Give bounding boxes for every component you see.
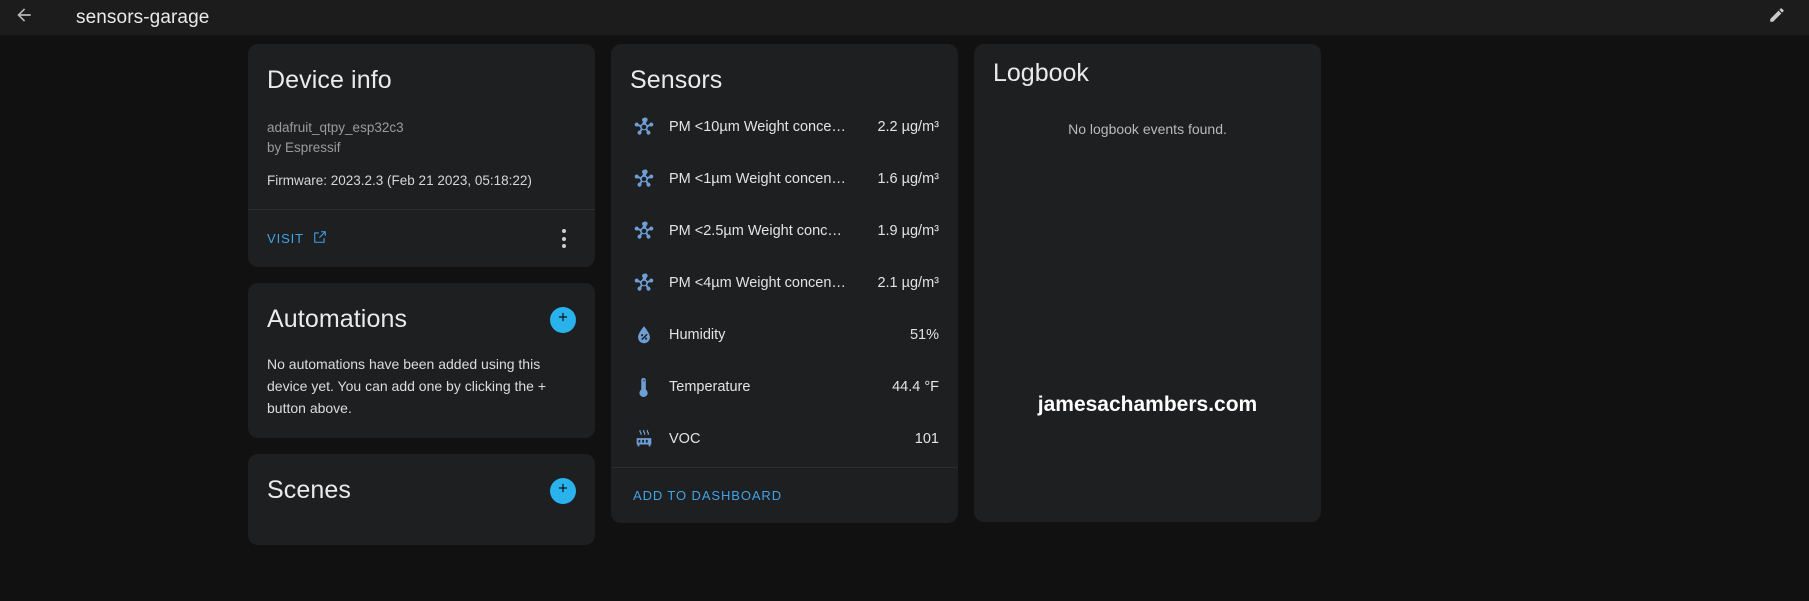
molecule-icon [633,272,669,294]
automations-body: Automations No automations have been add… [248,283,595,438]
column-left: Device info adafruit_qtpy_esp32c3 by Esp… [248,44,595,545]
sensors-card: Sensors PM <10µm Weight conce… 2.2 µg/m³ [611,44,958,523]
table-row[interactable]: Temperature 44.4 °F [611,361,958,413]
site-watermark: jamesachambers.com [1037,393,1258,416]
add-automation-button[interactable] [550,306,576,333]
sensor-name: PM <10µm Weight conce… [669,119,846,135]
back-button[interactable] [0,0,48,35]
sensor-value: 1.6 µg/m³ [877,171,939,187]
device-overflow-menu-button[interactable] [552,223,576,254]
device-firmware: Firmware: 2023.2.3 (Feb 21 2023, 05:18:2… [267,173,532,188]
sensor-name: PM <4µm Weight concen… [669,275,846,291]
automations-title: Automations [267,305,408,333]
edit-button[interactable] [1759,0,1795,35]
sensors-title: Sensors [630,66,723,94]
radiator-icon [633,428,669,450]
device-info-card: Device info adafruit_qtpy_esp32c3 by Esp… [248,44,595,267]
plus-icon [556,481,570,500]
column-middle: Sensors PM <10µm Weight conce… 2.2 µg/m³ [611,44,958,545]
automations-header: Automations [267,305,576,334]
card-columns: Device info adafruit_qtpy_esp32c3 by Esp… [248,44,1321,545]
sensor-name: PM <2.5µm Weight conc… [669,223,842,239]
table-row[interactable]: Humidity 51% [611,309,958,361]
molecule-icon [633,168,669,190]
thermometer-icon [633,376,669,398]
molecule-icon [633,116,669,138]
table-row[interactable]: VOC 101 [611,413,958,465]
device-info-actions: VISIT [248,209,595,267]
sensor-name: Temperature [669,379,751,395]
device-manufacturer: by Espressif [267,140,341,155]
scenes-header: Scenes [267,476,576,505]
scenes-title: Scenes [267,476,351,504]
column-right: Logbook No logbook events found. jamesac… [974,44,1321,545]
pencil-icon [1768,6,1786,29]
table-row[interactable]: PM <4µm Weight concen… 2.1 µg/m³ [611,257,958,309]
sensor-value: 44.4 °F [892,379,939,395]
molecule-icon [633,220,669,242]
visit-label: VISIT [267,231,305,246]
table-row[interactable]: PM <2.5µm Weight conc… 1.9 µg/m³ [611,205,958,257]
sensor-list: PM <10µm Weight conce… 2.2 µg/m³ PM <1µm… [611,95,958,467]
sensor-name: VOC [669,431,701,447]
device-info-body: Device info adafruit_qtpy_esp32c3 by Esp… [248,44,595,209]
device-model: adafruit_qtpy_esp32c3 [267,120,404,135]
logbook-empty-text: No logbook events found. [1068,121,1227,137]
scenes-card: Scenes [248,454,595,545]
sensors-card-footer: ADD TO DASHBOARD [611,467,958,523]
table-row[interactable]: PM <1µm Weight concen… 1.6 µg/m³ [611,153,958,205]
sensor-name: PM <1µm Weight concen… [669,171,846,187]
device-info-title: Device info [267,66,392,94]
sensor-value: 2.1 µg/m³ [877,275,939,291]
sensor-value: 51% [909,327,939,343]
water-percent-icon [633,324,669,346]
add-to-dashboard-button[interactable]: ADD TO DASHBOARD [633,488,782,503]
device-page: sensors-garage Device info adafruit_qtpy… [0,0,1809,601]
logbook-title: Logbook [993,59,1089,87]
arrow-left-icon [14,5,34,30]
logbook-card: Logbook No logbook events found. jamesac… [974,44,1321,522]
external-link-icon [313,230,327,247]
visit-button[interactable]: VISIT [267,230,327,247]
sensor-value: 1.9 µg/m³ [877,223,939,239]
sensors-header: Sensors [611,44,958,95]
device-model-block: adafruit_qtpy_esp32c3 by Espressif [267,118,576,158]
add-scene-button[interactable] [550,477,576,504]
automations-empty-text: No automations have been added using thi… [267,356,547,416]
sensor-name: Humidity [669,327,726,343]
plus-icon [556,310,570,329]
page-title: sensors-garage [76,6,210,28]
top-app-bar: sensors-garage [0,0,1809,35]
sensor-value: 2.2 µg/m³ [877,119,939,135]
automations-card: Automations No automations have been add… [248,283,595,438]
sensor-value: 101 [914,431,939,447]
table-row[interactable]: PM <10µm Weight conce… 2.2 µg/m³ [611,101,958,153]
more-vert-icon [562,229,566,233]
scenes-body: Scenes [248,454,595,545]
